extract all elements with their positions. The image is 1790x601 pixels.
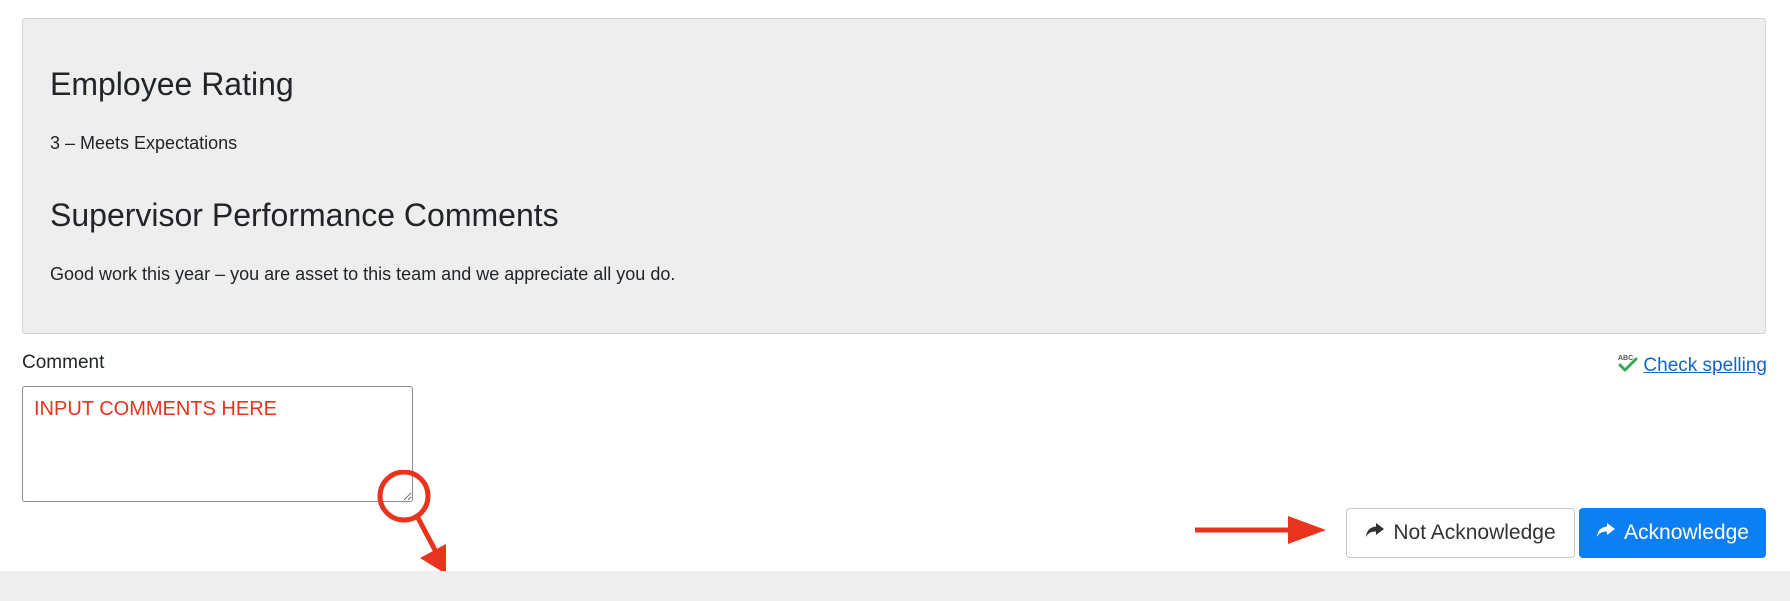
abc-checkmark-icon: ABC: [1617, 352, 1639, 379]
employee-rating-heading: Employee Rating: [50, 66, 294, 102]
check-spelling-link[interactable]: ABC Check spelling: [1617, 352, 1767, 379]
acknowledge-label: Acknowledge: [1624, 521, 1749, 544]
supervisor-comments-heading: Supervisor Performance Comments: [50, 197, 559, 233]
acknowledge-arrow-annotation: [1195, 516, 1326, 544]
resize-handle-annotation: [377, 470, 446, 574]
not-acknowledge-label: Not Acknowledge: [1393, 521, 1556, 544]
svg-text:ABC: ABC: [1618, 355, 1633, 362]
page-footer-strip: [0, 571, 1790, 601]
review-summary-panel: Employee Rating 3 – Meets Expectations S…: [22, 18, 1766, 334]
comment-textarea[interactable]: [22, 386, 413, 502]
check-spelling-label[interactable]: Check spelling: [1643, 355, 1767, 377]
acknowledge-button[interactable]: Acknowledge: [1579, 508, 1766, 558]
share-forward-icon: [1365, 521, 1385, 545]
comment-label: Comment: [22, 352, 105, 373]
not-acknowledge-button[interactable]: Not Acknowledge: [1346, 508, 1575, 558]
employee-rating-value: 3 – Meets Expectations: [50, 133, 238, 153]
share-forward-icon: [1596, 521, 1616, 545]
supervisor-comments-text: Good work this year – you are asset to t…: [50, 264, 676, 284]
